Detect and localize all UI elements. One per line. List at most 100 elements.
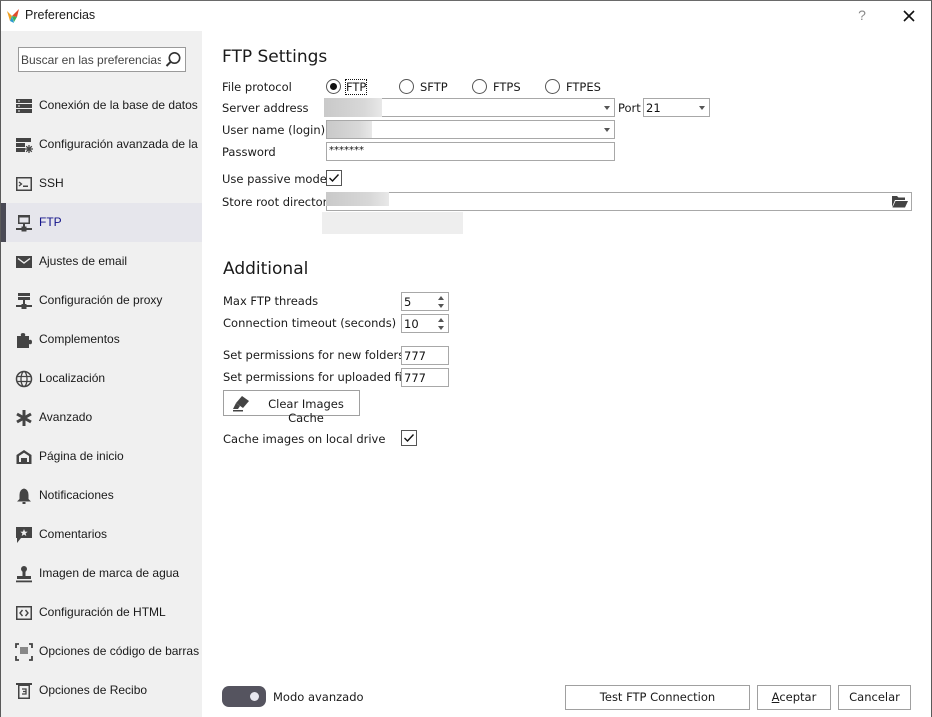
search-icon[interactable] — [164, 51, 182, 69]
password-label: Password — [222, 145, 276, 159]
additional-heading: Additional — [223, 259, 309, 279]
spin-down-icon[interactable] — [438, 304, 444, 308]
radio-sftp[interactable] — [399, 79, 414, 94]
globe-icon — [15, 370, 33, 388]
perm-files-input[interactable] — [404, 370, 444, 385]
timeout-spinbox[interactable] — [401, 314, 449, 333]
sidebar-item-label: Página de inicio — [39, 449, 124, 463]
sidebar-item-label: SSH — [39, 176, 64, 190]
sidebar-item-watermark[interactable]: Imagen de marca de agua — [1, 554, 202, 593]
sidebar-item-label: Imagen de marca de agua — [39, 566, 180, 580]
accept-button[interactable]: Aceptar — [757, 685, 831, 710]
sidebar-item-database-connection[interactable]: Conexión de la base de datos — [1, 86, 202, 125]
spin-down-icon[interactable] — [438, 326, 444, 330]
sidebar-item-home-page[interactable]: Página de inicio — [1, 437, 202, 476]
radio-ftpes[interactable] — [545, 79, 560, 94]
radio-ftps-label[interactable]: FTPS — [493, 80, 521, 94]
sidebar-nav: Conexión de la base de datos Configuraci… — [1, 86, 211, 710]
sidebar-item-advanced[interactable]: Avanzado — [1, 398, 202, 437]
home-icon — [16, 450, 32, 464]
file-protocol-label: File protocol — [222, 80, 292, 94]
chevron-down-icon[interactable] — [604, 106, 610, 110]
spin-up-icon[interactable] — [438, 296, 444, 300]
stamp-icon — [16, 566, 32, 583]
folder-open-icon[interactable] — [891, 194, 909, 209]
port-combobox[interactable] — [643, 98, 710, 117]
password-field[interactable] — [326, 142, 615, 161]
chevron-down-icon[interactable] — [604, 128, 610, 132]
chevron-down-icon[interactable] — [699, 106, 705, 110]
perm-folders-field[interactable] — [401, 346, 449, 365]
sidebar-item-ssh[interactable]: SSH — [1, 164, 202, 203]
sidebar-item-html[interactable]: Configuración de HTML — [1, 593, 202, 632]
sidebar-item-label: Configuración de proxy — [39, 293, 163, 307]
title-bar: Preferencias ? — [1, 1, 931, 31]
timeout-label: Connection timeout (seconds) — [223, 316, 397, 330]
server-network-icon — [16, 293, 32, 309]
sidebar-item-label: Configuración avanzada de la ... — [39, 137, 212, 151]
search-input[interactable] — [21, 51, 161, 68]
radio-ftps[interactable] — [472, 79, 487, 94]
asterisk-icon — [16, 410, 32, 426]
max-threads-spinbox[interactable] — [401, 292, 449, 311]
toggle-knob — [250, 692, 259, 701]
root-directory-field[interactable] — [326, 192, 912, 211]
sidebar-item-label: Comentarios — [39, 527, 108, 541]
root-directory-input[interactable] — [329, 194, 826, 209]
ftp-settings-panel: FTP Settings File protocol FTP SFTP FTPS… — [202, 31, 931, 717]
sidebar-item-label: Ajustes de email — [39, 254, 128, 268]
sidebar-item-ftp[interactable]: FTP — [1, 203, 202, 242]
code-icon — [16, 606, 32, 620]
server-address-label: Server address — [222, 101, 309, 115]
puzzle-icon — [17, 333, 32, 348]
sidebar-item-notifications[interactable]: Notificaciones — [1, 476, 202, 515]
passive-mode-label: Use passive mode — [222, 172, 327, 186]
redacted-value — [324, 98, 382, 117]
database-settings-icon — [16, 138, 33, 153]
max-threads-label: Max FTP threads — [223, 294, 319, 308]
search-box[interactable] — [18, 47, 186, 72]
sidebar-item-proxy[interactable]: Configuración de proxy — [1, 281, 202, 320]
radio-ftp[interactable] — [326, 79, 341, 94]
sidebar-item-barcode[interactable]: Opciones de código de barras — [1, 632, 202, 671]
password-input[interactable] — [329, 143, 573, 158]
comment-star-icon — [16, 527, 32, 543]
radio-sftp-label[interactable]: SFTP — [420, 80, 448, 94]
help-button[interactable]: ? — [854, 7, 870, 25]
cache-local-checkbox[interactable] — [401, 430, 417, 446]
radio-ftp-label[interactable]: FTP — [344, 79, 368, 95]
radio-ftpes-label[interactable]: FTPES — [566, 80, 601, 94]
perm-files-field[interactable] — [401, 368, 449, 387]
sidebar-item-receipt[interactable]: Opciones de Recibo — [1, 671, 202, 710]
test-ftp-connection-button[interactable]: Test FTP Connection — [565, 685, 750, 710]
sidebar-item-email[interactable]: Ajustes de email — [1, 242, 202, 281]
spin-up-icon[interactable] — [438, 318, 444, 322]
sidebar-item-label: Notificaciones — [39, 488, 114, 502]
sidebar-item-localization[interactable]: Localización — [1, 359, 202, 398]
envelope-icon — [16, 256, 32, 268]
cancel-button[interactable]: Cancelar — [838, 685, 911, 710]
root-directory-label: Store root directory — [222, 195, 335, 209]
sidebar-item-label: Avanzado — [39, 410, 93, 424]
sidebar-item-comments[interactable]: Comentarios — [1, 515, 202, 554]
barcode-scan-icon — [15, 643, 33, 661]
port-label: Port — [618, 101, 641, 115]
max-threads-input[interactable] — [404, 294, 432, 309]
ftp-settings-heading: FTP Settings — [222, 47, 328, 67]
passive-mode-checkbox[interactable] — [326, 170, 342, 186]
server-address-combobox[interactable] — [324, 98, 615, 117]
redacted-hint — [322, 212, 463, 234]
timeout-input[interactable] — [404, 316, 432, 331]
advanced-mode-label: Modo avanzado — [273, 690, 364, 704]
advanced-mode-toggle[interactable] — [222, 686, 266, 707]
checkmark-icon — [329, 174, 340, 183]
sidebar-item-plugins[interactable]: Complementos — [1, 320, 202, 359]
preferences-dialog: Preferencias ? Conexión de la base de da… — [0, 0, 932, 717]
close-icon[interactable] — [900, 6, 918, 26]
clear-images-cache-button[interactable]: Clear Images Cache — [223, 390, 360, 425]
redacted-value — [326, 192, 389, 206]
sidebar-item-advanced-database[interactable]: Configuración avanzada de la ... — [1, 125, 211, 164]
perm-folders-input[interactable] — [404, 348, 444, 363]
username-combobox[interactable] — [326, 120, 615, 139]
port-input[interactable] — [646, 100, 702, 115]
